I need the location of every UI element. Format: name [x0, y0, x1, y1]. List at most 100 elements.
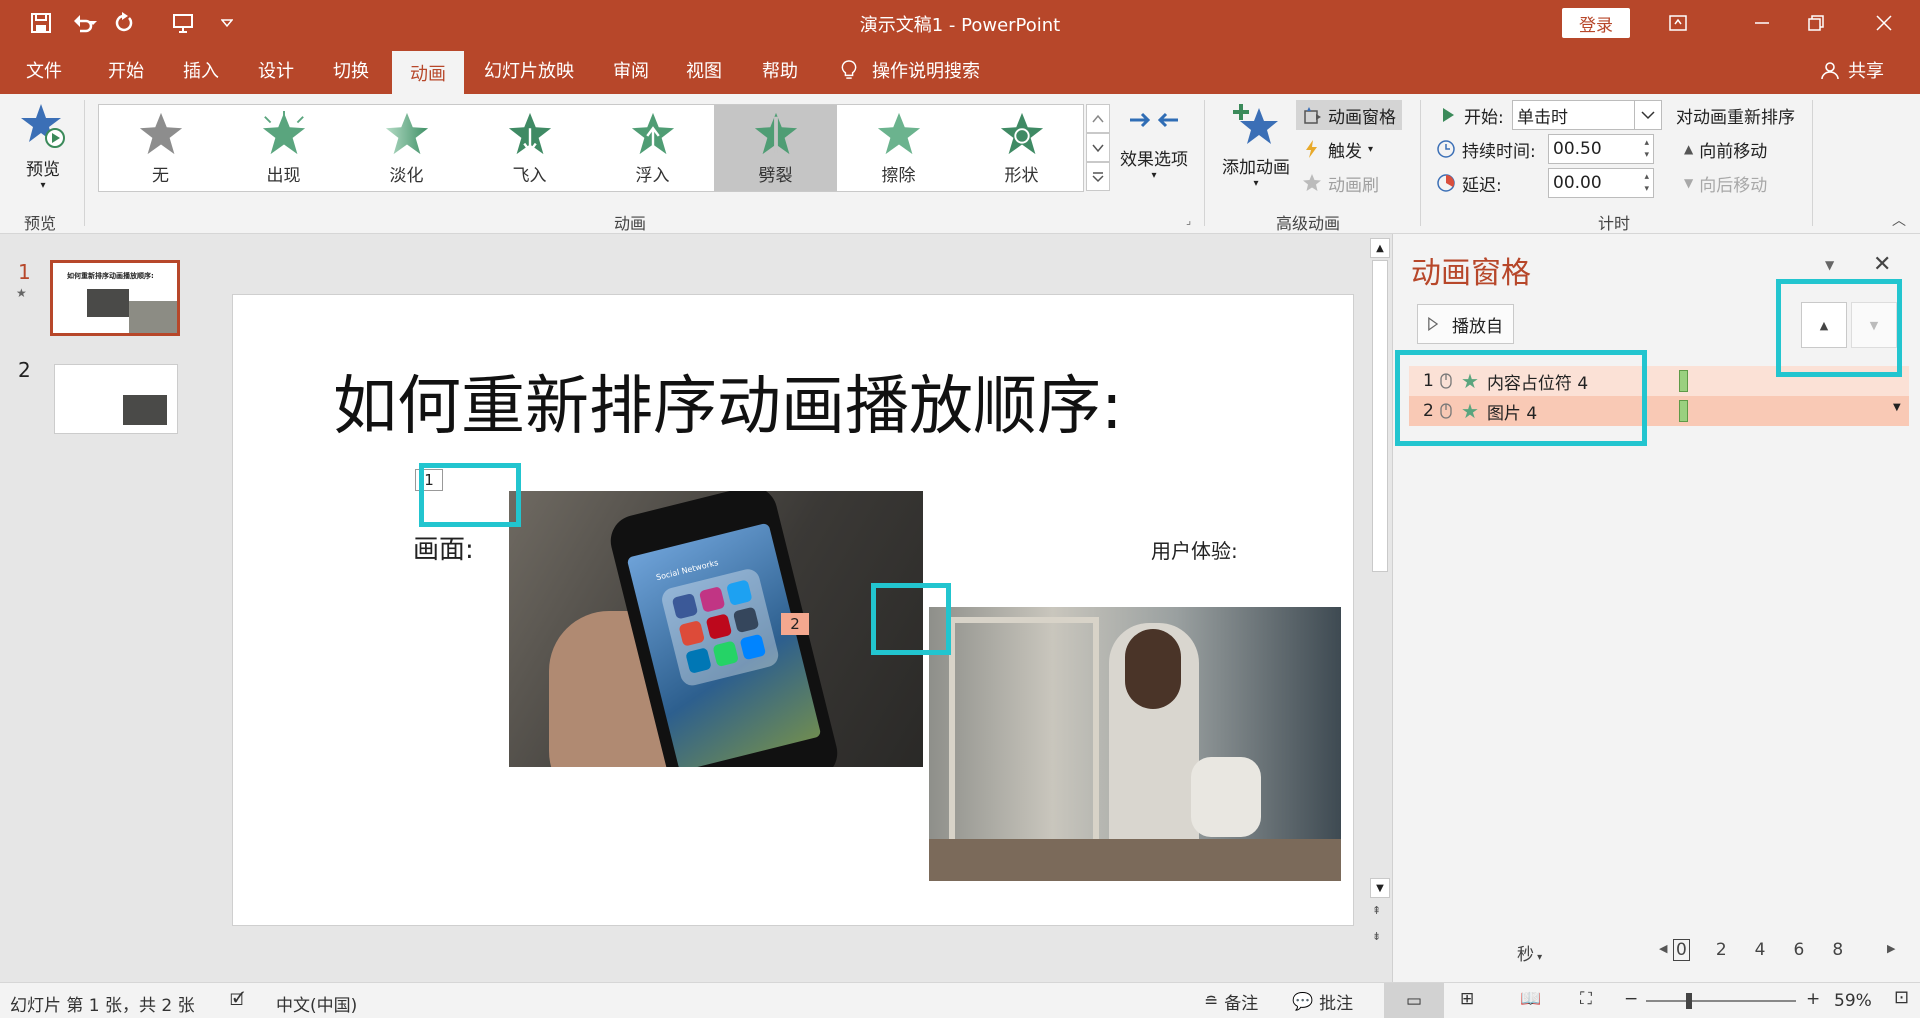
timeline-right-icon[interactable]: ▶: [1887, 942, 1895, 955]
language[interactable]: 中文(中国): [276, 991, 357, 1016]
twitter-icon: [725, 579, 753, 607]
group-divider: [1812, 100, 1813, 226]
delay-label: 延迟:: [1462, 175, 1502, 196]
zoom-level[interactable]: 59%: [1834, 991, 1872, 1011]
play-icon: [1443, 108, 1454, 122]
seconds-dropdown[interactable]: 秒 ▾: [1517, 940, 1542, 965]
previous-slide-icon[interactable]: ⇞: [1372, 904, 1381, 917]
duration-spinner[interactable]: 00.50 ▴ ▾: [1548, 134, 1654, 164]
woman-image[interactable]: [929, 607, 1341, 881]
zoom-slider[interactable]: [1646, 1000, 1796, 1002]
spinner-arrows-icon[interactable]: ▴ ▾: [1644, 171, 1649, 195]
slide-thumbnail-2[interactable]: [54, 364, 178, 434]
start-value: 单击时: [1517, 107, 1568, 128]
label-left[interactable]: 画面:: [413, 529, 474, 566]
slide-title[interactable]: 如何重新排序动画播放顺序:: [333, 355, 1123, 447]
tab-file[interactable]: 文件: [26, 46, 62, 94]
slide-sorter-icon[interactable]: ⊞: [1460, 989, 1474, 1009]
animation-tag-2[interactable]: 2: [781, 613, 809, 635]
tab-view[interactable]: 视图: [686, 46, 722, 94]
scroll-down-icon[interactable]: ▼: [1370, 878, 1390, 898]
timeline-left-icon[interactable]: ◀: [1659, 942, 1667, 955]
pane-options-icon[interactable]: ▼: [1825, 258, 1834, 272]
gallery-scroll-up[interactable]: [1086, 104, 1110, 133]
tab-review[interactable]: 审阅: [613, 46, 649, 94]
effect-split[interactable]: 劈裂: [714, 105, 837, 191]
scroll-thumb[interactable]: [1372, 260, 1388, 572]
person-icon: [1820, 60, 1840, 80]
effect-appear[interactable]: 出现: [222, 105, 345, 191]
label-right[interactable]: 用户体验:: [1151, 535, 1238, 564]
scroll-up-icon[interactable]: ▲: [1370, 238, 1390, 258]
item-dropdown-icon[interactable]: ▼: [1893, 402, 1901, 413]
ribbon-display-icon[interactable]: [1650, 0, 1706, 46]
tab-slideshow[interactable]: 幻灯片放映: [484, 46, 574, 94]
pane-close-icon[interactable]: ✕: [1873, 252, 1891, 277]
reading-view-icon[interactable]: 📖: [1520, 989, 1541, 1009]
trigger-button[interactable]: 触发 ▾: [1302, 134, 1373, 164]
chevron-down-icon: [1641, 111, 1655, 120]
share-button[interactable]: 共享: [1820, 46, 1884, 94]
star-fade-icon: [385, 112, 428, 155]
star-wipe-icon: [877, 112, 920, 155]
effect-fly-in[interactable]: 飞入: [468, 105, 591, 191]
delay-spinner[interactable]: 00.00 ▴ ▾: [1548, 168, 1654, 198]
star-gray-icon: [139, 112, 182, 155]
googleplus-icon: [678, 620, 706, 647]
normal-view-icon[interactable]: ▭: [1384, 983, 1444, 1018]
effect-none[interactable]: 无: [99, 105, 222, 191]
timeline-bar[interactable]: [1679, 370, 1688, 392]
whatsapp-icon: [712, 640, 740, 668]
collapse-ribbon-icon[interactable]: ︿: [1892, 210, 1906, 230]
slide-canvas[interactable]: 如何重新排序动画播放顺序: 1 画面: Social Networks 2 用户…: [232, 294, 1354, 926]
move-earlier-button[interactable]: ▲ 向前移动: [1684, 134, 1767, 164]
effect-wipe[interactable]: 擦除: [837, 105, 960, 191]
move-later-button[interactable]: ▼ 向后移动: [1684, 168, 1767, 198]
lightbulb-icon: [840, 59, 858, 81]
close-icon[interactable]: [1856, 0, 1912, 46]
timeline-ruler[interactable]: 0 2 4 6 8: [1673, 936, 1869, 964]
slide-thumbnail-1[interactable]: 如何重新排序动画播放顺序:: [50, 260, 180, 336]
slideshow-view-icon[interactable]: ⛶: [1580, 989, 1592, 1009]
dialog-launcher-icon[interactable]: ⌟: [1186, 214, 1191, 227]
gallery-scroll-down[interactable]: [1086, 133, 1110, 162]
minimize-icon[interactable]: [1734, 0, 1790, 46]
spinner-arrows-icon[interactable]: ▴ ▾: [1644, 137, 1649, 161]
next-slide-icon[interactable]: ⇟: [1372, 930, 1381, 943]
comments-button[interactable]: 💬 批注: [1292, 989, 1353, 1015]
tab-insert[interactable]: 插入: [183, 46, 219, 94]
effect-label: 形状: [1004, 166, 1039, 186]
effect-float-in[interactable]: 浮入: [591, 105, 714, 191]
zoom-slider-thumb[interactable]: [1686, 993, 1692, 1009]
preview-button[interactable]: 预览 ▾: [18, 102, 68, 191]
tell-me-search[interactable]: 操作说明搜索: [840, 46, 980, 94]
login-button[interactable]: 登录: [1562, 8, 1630, 38]
editor-vertical-scrollbar[interactable]: ▲ ▼ ⇞ ⇟: [1368, 234, 1392, 982]
gallery-expand[interactable]: [1086, 162, 1110, 191]
group-label-timing: 计时: [1598, 214, 1631, 233]
tab-animations[interactable]: 动画: [392, 51, 464, 94]
animation-pane-button[interactable]: 动画窗格: [1296, 100, 1402, 130]
timeline-bar[interactable]: [1679, 400, 1688, 422]
play-from-button[interactable]: 播放自: [1417, 304, 1514, 344]
effect-shape[interactable]: 形状: [960, 105, 1083, 191]
phone-image[interactable]: Social Networks: [509, 491, 923, 767]
add-animation-button[interactable]: 添加动画 ▾: [1216, 102, 1296, 189]
effect-fade[interactable]: 淡化: [345, 105, 468, 191]
preview-star-icon: [19, 102, 67, 155]
spellcheck-icon[interactable]: 🗹: [230, 989, 244, 1016]
notes-button[interactable]: ≘ 备注: [1204, 989, 1258, 1015]
zoom-out-icon[interactable]: −: [1624, 989, 1638, 1009]
tab-help[interactable]: 帮助: [762, 46, 798, 94]
zoom-in-icon[interactable]: +: [1806, 989, 1820, 1009]
start-dropdown-button[interactable]: [1634, 100, 1662, 130]
animation-star-icon: ★: [16, 286, 27, 300]
restore-icon[interactable]: [1788, 0, 1844, 46]
tab-transitions[interactable]: 切换: [333, 46, 369, 94]
animation-painter-button[interactable]: 动画刷: [1302, 168, 1379, 198]
effect-options-button[interactable]: 效果选项 ▾: [1114, 106, 1194, 181]
fit-slide-icon[interactable]: ⊡: [1894, 987, 1909, 1008]
tab-design[interactable]: 设计: [258, 46, 294, 94]
group-divider: [1420, 100, 1421, 226]
tab-home[interactable]: 开始: [108, 46, 144, 94]
